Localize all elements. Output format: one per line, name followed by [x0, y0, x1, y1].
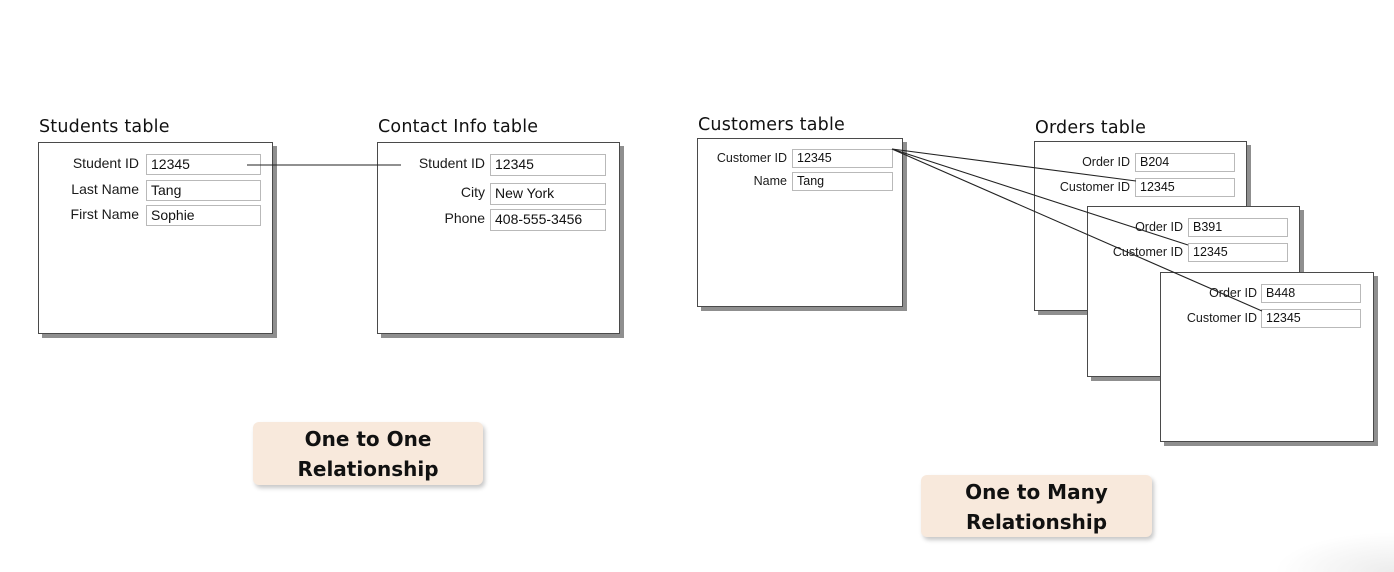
- students-table-title: Students table: [39, 117, 170, 137]
- contact-field-city: New York: [490, 183, 606, 205]
- contact-table-card: Student ID 12345 City New York Phone 408…: [377, 142, 620, 334]
- one-to-many-caption: One to Many Relationship: [921, 475, 1152, 537]
- customers-label-customer-id: Customer ID: [716, 151, 787, 165]
- orders-3-field-customer-id: 12345: [1261, 309, 1361, 328]
- orders-1-field-customer-id: 12345: [1135, 178, 1235, 197]
- orders-2-field-order-id: B391: [1188, 218, 1288, 237]
- students-field-first-name: Sophie: [146, 205, 261, 226]
- one-to-one-caption: One to One Relationship: [253, 422, 483, 485]
- customers-table-card: Customer ID 12345 Name Tang: [697, 138, 903, 307]
- orders-3-label-order-id: Order ID: [1209, 286, 1257, 300]
- orders-card-3: Order ID B448 Customer ID 12345: [1160, 272, 1374, 442]
- orders-2-label-order-id: Order ID: [1135, 220, 1183, 234]
- one-to-one-caption-line-2: Relationship: [297, 457, 439, 481]
- students-label-last-name: Last Name: [71, 181, 139, 197]
- orders-3-field-order-id: B448: [1261, 284, 1361, 303]
- corner-shading: [1274, 532, 1394, 572]
- one-to-many-caption-line-1: One to Many: [965, 480, 1108, 504]
- students-field-last-name: Tang: [146, 180, 261, 201]
- orders-1-label-order-id: Order ID: [1082, 155, 1130, 169]
- orders-1-label-customer-id: Customer ID: [1059, 180, 1130, 194]
- orders-table-title: Orders table: [1035, 118, 1147, 138]
- contact-label-student-id: Student ID: [418, 155, 485, 171]
- students-label-student-id: Student ID: [72, 155, 139, 171]
- customers-field-name: Tang: [792, 172, 893, 191]
- contact-label-city: City: [460, 184, 485, 200]
- one-to-many-caption-line-2: Relationship: [965, 510, 1108, 534]
- customers-field-customer-id: 12345: [792, 149, 893, 168]
- students-field-student-id: 12345: [146, 154, 261, 175]
- students-table-card: Student ID 12345 Last Name Tang First Na…: [38, 142, 273, 334]
- contact-table-title: Contact Info table: [378, 117, 539, 137]
- customers-table-title: Customers table: [698, 115, 846, 135]
- orders-2-field-customer-id: 12345: [1188, 243, 1288, 262]
- one-to-one-caption-line-1: One to One: [304, 427, 432, 451]
- students-label-first-name: First Name: [70, 206, 139, 222]
- orders-2-label-customer-id: Customer ID: [1112, 245, 1183, 259]
- customers-label-name: Name: [753, 174, 787, 188]
- contact-field-student-id: 12345: [490, 154, 606, 176]
- contact-label-phone: Phone: [444, 210, 485, 226]
- contact-field-phone: 408-555-3456: [490, 209, 606, 231]
- orders-3-label-customer-id: Customer ID: [1186, 311, 1257, 325]
- orders-1-field-order-id: B204: [1135, 153, 1235, 172]
